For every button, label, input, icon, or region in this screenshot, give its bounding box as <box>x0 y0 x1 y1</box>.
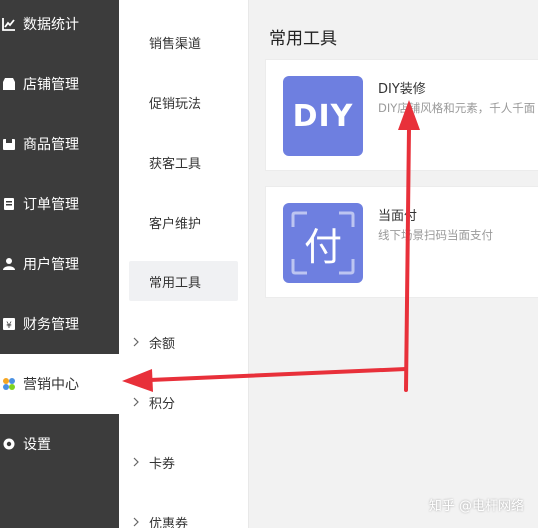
order-icon <box>2 197 16 211</box>
submenu-group-label: 卡券 <box>149 456 176 472</box>
submenu-group-label: 余额 <box>149 336 176 352</box>
submenu-item-label: 常用工具 <box>149 275 202 291</box>
marketing-icon <box>2 377 16 391</box>
finance-icon: ¥ <box>2 317 16 331</box>
submenu-group-balance[interactable]: 余额 <box>129 322 238 362</box>
section-title: 常用工具 <box>269 29 337 49</box>
sidebar-item-label: 用户管理 <box>23 257 79 273</box>
sidebar-item-marketing[interactable]: 营销中心 <box>0 354 119 414</box>
sidebar-item-label: 订单管理 <box>23 197 79 213</box>
sidebar-item-label: 数据统计 <box>23 17 79 33</box>
sidebar-item-settings[interactable]: 设置 <box>0 414 119 474</box>
sidebar-item-store[interactable]: 店铺管理 <box>0 54 119 114</box>
face-pay-icon: 付 <box>283 203 363 283</box>
submenu-item-customer-care[interactable]: 客户维护 <box>129 202 238 242</box>
store-icon <box>2 77 16 91</box>
face-pay-icon-text: 付 <box>303 224 342 269</box>
card-description: DIY店铺风格和元素，千人千面 <box>378 101 536 115</box>
chevron-right-icon <box>131 457 141 467</box>
sidebar-item-users[interactable]: 用户管理 <box>0 234 119 294</box>
sidebar-item-finance[interactable]: ¥ 财务管理 <box>0 294 119 354</box>
sidebar-item-orders[interactable]: 订单管理 <box>0 174 119 234</box>
marketing-submenu: 销售渠道 促销玩法 获客工具 客户维护 常用工具 余额 积分 卡券 优惠券 <box>119 0 249 528</box>
sidebar-item-label: 店铺管理 <box>23 77 79 93</box>
chevron-right-icon <box>131 517 141 527</box>
submenu-item-promotions[interactable]: 促销玩法 <box>129 82 238 122</box>
sidebar-item-products[interactable]: 商品管理 <box>0 114 119 174</box>
sidebar-item-label: 财务管理 <box>23 317 79 333</box>
tool-card-face-pay[interactable]: 付 当面付 线下场景扫码当面支付 <box>265 186 538 298</box>
submenu-group-cards[interactable]: 卡券 <box>129 442 238 482</box>
sidebar-item-data-stats[interactable]: 数据统计 <box>0 0 119 54</box>
submenu-item-label: 促销玩法 <box>149 96 202 112</box>
tool-card-diy[interactable]: DIY DIY装修 DIY店铺风格和元素，千人千面 <box>265 59 538 171</box>
submenu-item-sales-channels[interactable]: 销售渠道 <box>129 22 238 62</box>
watermark: 知乎 @电杆网络 <box>428 499 524 514</box>
chevron-right-icon <box>131 337 141 347</box>
submenu-group-points[interactable]: 积分 <box>129 382 238 422</box>
sidebar-item-label: 设置 <box>23 437 51 453</box>
submenu-item-acquisition-tools[interactable]: 获客工具 <box>129 142 238 182</box>
submenu-item-label: 客户维护 <box>149 216 202 232</box>
svg-text:¥: ¥ <box>6 321 12 331</box>
submenu-group-coupons[interactable]: 优惠券 <box>129 502 238 528</box>
card-title: DIY装修 <box>378 82 426 97</box>
diy-icon-text: DIY <box>292 98 354 134</box>
user-icon <box>2 257 16 271</box>
settings-icon <box>2 437 16 451</box>
main-sidebar: 数据统计 店铺管理 商品管理 订单管理 用户管理 ¥ 财务管理 营销中心 设置 <box>0 0 119 528</box>
card-description: 线下场景扫码当面支付 <box>378 228 493 242</box>
chart-icon <box>2 17 16 31</box>
submenu-item-label: 获客工具 <box>149 156 202 172</box>
box-icon <box>2 137 16 151</box>
submenu-item-label: 销售渠道 <box>149 36 202 52</box>
card-title: 当面付 <box>378 209 418 224</box>
submenu-group-label: 积分 <box>149 396 176 412</box>
diy-icon: DIY <box>283 76 363 156</box>
chevron-right-icon <box>131 397 141 407</box>
submenu-group-label: 优惠券 <box>149 516 189 528</box>
submenu-item-common-tools[interactable]: 常用工具 <box>129 261 238 301</box>
main-content: 常用工具 DIY DIY装修 DIY店铺风格和元素，千人千面 付 当面付 线下场… <box>249 0 538 528</box>
sidebar-item-label: 营销中心 <box>23 377 79 393</box>
sidebar-item-label: 商品管理 <box>23 137 79 153</box>
